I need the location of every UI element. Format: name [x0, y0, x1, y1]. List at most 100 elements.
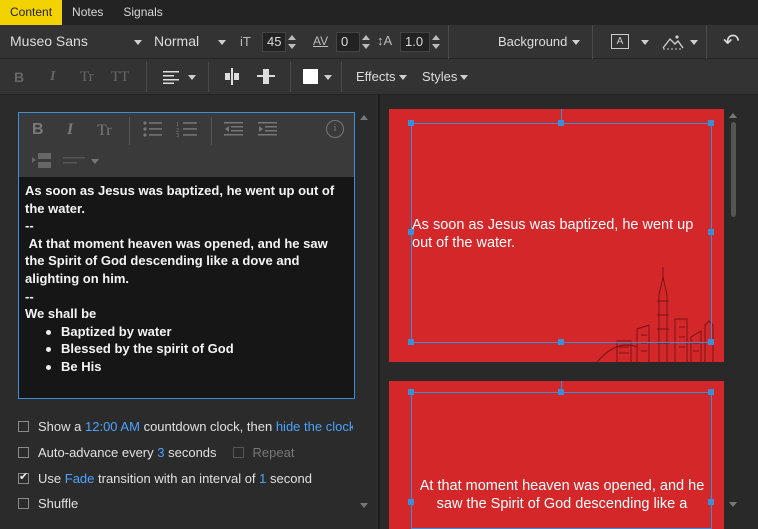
- format-toolbar: B I Tr TT Effects Styles: [0, 59, 758, 95]
- transition-checkbox[interactable]: [18, 470, 29, 484]
- editor-toolbar: B I Tr 1 2 3 i: [19, 113, 354, 177]
- countdown-option: Show a 12:00 AM countdown clock, then hi…: [18, 417, 353, 435]
- editor-line: --: [25, 288, 34, 304]
- transition-interval-link[interactable]: 1: [259, 471, 266, 486]
- resize-handle[interactable]: [408, 229, 414, 235]
- repeat-checkbox[interactable]: [232, 446, 244, 458]
- background-select[interactable]: Background: [498, 34, 567, 49]
- option-label: second: [270, 470, 312, 486]
- font-size-stepper[interactable]: [288, 32, 296, 52]
- info-icon[interactable]: i: [326, 120, 344, 138]
- tab-content[interactable]: Content: [0, 0, 63, 25]
- numbered-list-icon[interactable]: 1 2 3: [176, 121, 198, 137]
- option-label: Show a: [38, 418, 82, 434]
- font-size-icon: iT: [240, 34, 251, 49]
- text-box-selection[interactable]: [411, 123, 712, 343]
- chevron-down-icon: [460, 75, 468, 80]
- styles-menu[interactable]: Styles: [422, 69, 457, 84]
- resize-handle[interactable]: [408, 339, 414, 345]
- editor-line: We shall be: [25, 306, 97, 322]
- list-item: Blessed by the spirit of God: [25, 340, 350, 358]
- preview-scrollbar[interactable]: [731, 122, 736, 217]
- image-icon[interactable]: [662, 33, 684, 50]
- bulleted-list-icon[interactable]: [143, 121, 163, 137]
- rich-text-editor[interactable]: B I Tr 1 2 3 i As soon as Jesus was bapt…: [18, 112, 355, 399]
- align-center-vertical-icon[interactable]: [257, 68, 275, 85]
- font-family-select[interactable]: Museo Sans: [10, 33, 88, 49]
- text-box-selection[interactable]: [411, 392, 712, 529]
- insert-block-icon[interactable]: [32, 153, 52, 169]
- countdown-time-link[interactable]: 12:00 AM: [85, 419, 140, 434]
- chevron-down-icon: [91, 159, 99, 164]
- small-caps-button[interactable]: Tr: [80, 69, 94, 86]
- resize-handle[interactable]: [708, 229, 714, 235]
- resize-handle[interactable]: [708, 389, 714, 395]
- chevron-down-icon: [324, 75, 332, 80]
- indent-icon[interactable]: [258, 121, 278, 137]
- divider: [341, 62, 342, 92]
- tracking-input[interactable]: 0: [336, 32, 360, 52]
- tab-signals[interactable]: Signals: [113, 0, 172, 25]
- transition-type-link[interactable]: Fade: [65, 471, 95, 486]
- resize-handle[interactable]: [708, 120, 714, 126]
- editor-content[interactable]: As soon as Jesus was baptized, he went u…: [25, 182, 350, 376]
- line-height-icon: ↕A: [377, 33, 393, 48]
- format-lines-icon[interactable]: [63, 157, 85, 165]
- outdent-icon[interactable]: [224, 121, 244, 137]
- tracking-stepper[interactable]: [362, 32, 370, 52]
- text-box-icon[interactable]: A: [611, 34, 629, 49]
- chevron-down-icon: [399, 75, 407, 80]
- auto-advance-checkbox[interactable]: [18, 446, 29, 458]
- font-size-input[interactable]: 45: [262, 32, 286, 52]
- undo-icon[interactable]: ↶: [723, 29, 740, 54]
- resize-handle[interactable]: [408, 389, 414, 395]
- font-weight-select[interactable]: Normal: [154, 33, 199, 49]
- bold-button[interactable]: B: [14, 69, 24, 85]
- shuffle-label: Shuffle: [38, 495, 79, 511]
- auto-advance-seconds-link[interactable]: 3: [157, 445, 164, 460]
- chevron-down-icon: [218, 40, 226, 45]
- scroll-up-icon[interactable]: [729, 113, 737, 118]
- scroll-down-icon[interactable]: [729, 502, 737, 507]
- editor-bold-button[interactable]: B: [32, 121, 44, 139]
- divider: [290, 62, 291, 92]
- chevron-down-icon: [572, 40, 580, 45]
- chevron-down-icon: [188, 75, 196, 80]
- svg-text:3: 3: [176, 133, 179, 137]
- line-height-input[interactable]: 1.0: [400, 32, 430, 52]
- editor-small-caps-button[interactable]: Tr: [97, 122, 112, 140]
- option-label: transition with an interval of: [98, 470, 256, 486]
- all-caps-button[interactable]: TT: [111, 69, 129, 86]
- editor-line: As soon as Jesus was baptized, he went u…: [25, 183, 335, 216]
- list-item: Baptized by water: [25, 323, 350, 341]
- divider: [592, 25, 593, 59]
- rotate-handle-line: [561, 109, 562, 123]
- align-left-icon[interactable]: [163, 70, 181, 84]
- scroll-up-icon[interactable]: [360, 115, 368, 120]
- editor-italic-button[interactable]: I: [67, 121, 73, 139]
- repeat-label: Repeat: [252, 444, 295, 460]
- distribute-horizontal-icon[interactable]: [223, 68, 241, 85]
- divider: [208, 62, 209, 92]
- tab-notes[interactable]: Notes: [62, 0, 113, 25]
- resize-handle[interactable]: [408, 499, 414, 505]
- editor-line: --: [25, 218, 34, 234]
- resize-handle[interactable]: [708, 339, 714, 345]
- resize-handle[interactable]: [408, 120, 414, 126]
- fill-color-swatch[interactable]: [303, 69, 318, 84]
- countdown-action-link[interactable]: hide the clock: [276, 419, 353, 434]
- italic-button[interactable]: I: [50, 69, 55, 85]
- option-label: countdown clock, then: [143, 418, 273, 434]
- resize-handle[interactable]: [558, 339, 564, 345]
- option-label: seconds: [168, 444, 217, 460]
- font-toolbar: Museo Sans Normal iT 45 AV 0 ↕A 1.0 Back…: [0, 25, 758, 59]
- shuffle-checkbox[interactable]: [18, 497, 29, 509]
- line-height-stepper[interactable]: [432, 32, 440, 52]
- tab-bar: Content Notes Signals: [0, 0, 758, 25]
- auto-advance-option: Auto-advance every 3 seconds Repeat: [18, 443, 294, 461]
- scroll-down-icon[interactable]: [360, 503, 368, 508]
- countdown-checkbox[interactable]: [18, 420, 29, 432]
- effects-menu[interactable]: Effects: [356, 69, 396, 84]
- resize-handle[interactable]: [708, 499, 714, 505]
- shuffle-option: Shuffle: [18, 494, 78, 512]
